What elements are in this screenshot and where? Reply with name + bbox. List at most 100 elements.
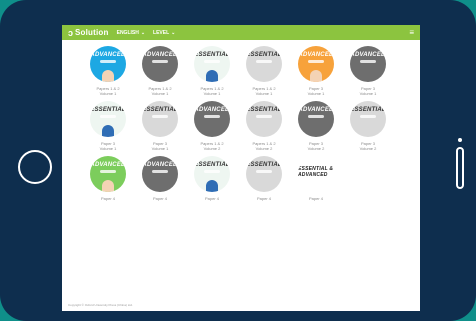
book-volume-label: Volume 1 <box>151 146 169 151</box>
book-card[interactable]: ESSENTIAL Papers 1 & 2 Volume 2 <box>238 101 290 151</box>
tablet-frame: ↄ Solution ENGLISH ⌄ LEVEL ⌄ ≡ ADVANCED P… <box>0 0 476 321</box>
book-cover[interactable]: ADVANCED <box>90 46 126 82</box>
cover-badge <box>152 170 168 173</box>
home-button[interactable] <box>18 150 52 184</box>
copyright-text: Copyright © Oxford University Press (Chi… <box>68 303 133 307</box>
book-title: ADVANCED <box>90 162 126 168</box>
book-cover[interactable]: ESSENTIAL <box>246 156 282 192</box>
book-cover[interactable]: ESSENTIAL <box>246 46 282 82</box>
book-caption: Papers 1 & 2 Volume 1 <box>252 86 275 96</box>
cover-badge <box>360 60 376 63</box>
book-caption: Paper 3 Volume 1 <box>152 141 169 151</box>
top-bar: ↄ Solution ENGLISH ⌄ LEVEL ⌄ ≡ <box>62 25 420 40</box>
book-caption: Paper 4 <box>101 196 115 201</box>
book-card[interactable]: ADVANCED Papers 1 & 2 Volume 1 <box>134 46 186 96</box>
book-card[interactable]: ESSENTIAL Paper 4 <box>186 156 238 201</box>
book-card[interactable]: ESSENTIAL & ADVANCED Paper 4 <box>290 156 342 201</box>
app-logo[interactable]: ↄ Solution <box>68 28 109 38</box>
book-card[interactable]: ADVANCED Paper 4 <box>82 156 134 201</box>
book-card[interactable]: ESSENTIAL Paper 3 Volume 2 <box>342 101 394 151</box>
book-caption: Paper 4 <box>309 196 323 201</box>
book-title: ESSENTIAL <box>350 107 386 113</box>
book-caption: Paper 4 <box>153 196 167 201</box>
logo-text: Solution <box>75 28 109 37</box>
book-cover[interactable]: ADVANCED <box>194 101 230 137</box>
book-caption: Paper 4 <box>205 196 219 201</box>
cover-badge <box>308 180 324 183</box>
book-cover[interactable]: ADVANCED <box>142 46 178 82</box>
book-caption: Papers 1 & 2 Volume 1 <box>200 86 223 96</box>
book-volume-label: Volume 1 <box>99 91 117 96</box>
book-grid: ADVANCED Papers 1 & 2 Volume 1 ADVANCED Pape… <box>62 40 420 201</box>
app-screen: ↄ Solution ENGLISH ⌄ LEVEL ⌄ ≡ ADVANCED P… <box>62 25 420 311</box>
book-card[interactable]: ADVANCED Paper 4 <box>134 156 186 201</box>
menu-icon[interactable]: ≡ <box>409 28 414 37</box>
book-card[interactable]: ESSENTIAL Paper 4 <box>238 156 290 201</box>
book-cover[interactable]: ADVANCED <box>298 46 334 82</box>
book-volume-label: Volume 1 <box>99 146 117 151</box>
book-card[interactable]: ESSENTIAL Paper 3 Volume 1 <box>82 101 134 151</box>
cover-badge <box>360 115 376 118</box>
side-button[interactable] <box>456 147 464 189</box>
book-paper-label: Paper 4 <box>308 196 323 201</box>
book-card[interactable]: ADVANCED Paper 3 Volume 1 <box>290 46 342 96</box>
book-card[interactable]: ADVANCED Papers 1 & 2 Volume 1 <box>82 46 134 96</box>
book-card[interactable]: ADVANCED Papers 1 & 2 Volume 2 <box>186 101 238 151</box>
book-title: ESSENTIAL <box>246 162 282 168</box>
book-card[interactable]: ESSENTIAL Papers 1 & 2 Volume 1 <box>186 46 238 96</box>
book-cover[interactable]: ADVANCED <box>298 101 334 137</box>
book-caption: Paper 3 Volume 1 <box>308 86 325 96</box>
book-paper-label: Paper 4 <box>204 196 219 201</box>
book-volume-label: Volume 2 <box>203 146 221 151</box>
book-cover[interactable]: ESSENTIAL <box>194 156 230 192</box>
book-card[interactable]: ESSENTIAL Paper 3 Volume 1 <box>134 101 186 151</box>
book-volume-label: Volume 1 <box>255 91 273 96</box>
student-figure <box>102 180 114 192</box>
nav-level-label: LEVEL <box>153 29 170 36</box>
book-paper-label: Paper 4 <box>100 196 115 201</box>
book-title: ESSENTIAL <box>246 52 282 58</box>
cover-badge <box>152 115 168 118</box>
book-title: ADVANCED <box>298 52 334 58</box>
book-cover[interactable]: ESSENTIAL & ADVANCED <box>298 156 334 192</box>
cover-badge <box>256 60 272 63</box>
book-cover[interactable]: ESSENTIAL <box>194 46 230 82</box>
book-card[interactable]: ADVANCED Paper 3 Volume 1 <box>342 46 394 96</box>
book-volume-label: Volume 2 <box>307 146 325 151</box>
book-cover[interactable]: ESSENTIAL <box>142 101 178 137</box>
book-volume-label: Volume 2 <box>255 146 273 151</box>
book-title: ADVANCED <box>142 52 178 58</box>
camera-dot <box>458 138 462 142</box>
book-volume-label: Volume 1 <box>203 91 221 96</box>
book-title: ADVANCED <box>90 52 126 58</box>
book-cover[interactable]: ADVANCED <box>90 156 126 192</box>
book-title: ADVANCED <box>194 107 230 113</box>
book-card[interactable]: ADVANCED Paper 3 Volume 2 <box>290 101 342 151</box>
book-caption: Paper 3 Volume 2 <box>308 141 325 151</box>
book-volume-label: Volume 1 <box>151 91 169 96</box>
cover-badge <box>100 60 116 63</box>
book-cover[interactable]: ADVANCED <box>350 46 386 82</box>
cover-badge <box>308 115 324 118</box>
cover-badge <box>256 170 272 173</box>
student-figure <box>310 70 322 82</box>
book-cover[interactable]: ESSENTIAL <box>90 101 126 137</box>
book-cover[interactable]: ESSENTIAL <box>246 101 282 137</box>
book-title: ESSENTIAL <box>194 52 230 58</box>
book-cover[interactable]: ESSENTIAL <box>350 101 386 137</box>
book-title: ADVANCED <box>350 52 386 58</box>
book-caption: Papers 1 & 2 Volume 1 <box>148 86 171 96</box>
book-card[interactable]: ESSENTIAL Papers 1 & 2 Volume 1 <box>238 46 290 96</box>
book-paper-label: Paper 4 <box>256 196 271 201</box>
book-caption: Papers 1 & 2 Volume 2 <box>200 141 223 151</box>
nav-english[interactable]: ENGLISH ⌄ <box>117 30 145 36</box>
book-caption: Paper 4 <box>257 196 271 201</box>
cover-badge <box>308 60 324 63</box>
cover-badge <box>100 170 116 173</box>
book-volume-label: Volume 1 <box>307 91 325 96</box>
book-cover[interactable]: ADVANCED <box>142 156 178 192</box>
chevron-down-icon: ⌄ <box>140 29 146 36</box>
student-figure <box>102 125 114 137</box>
book-caption: Paper 3 Volume 1 <box>100 141 117 151</box>
nav-level[interactable]: LEVEL ⌄ <box>153 30 175 36</box>
